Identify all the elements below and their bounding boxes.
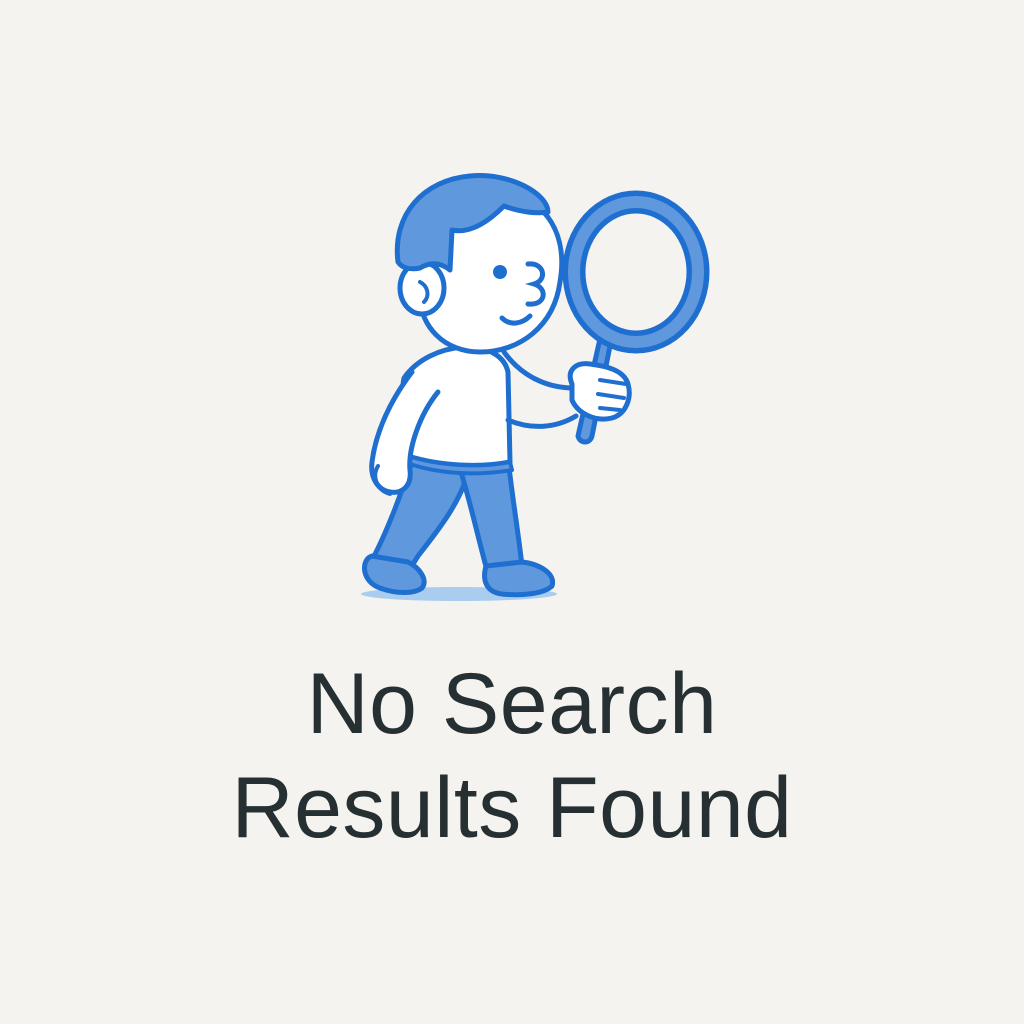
person-with-magnifying-glass-icon <box>361 173 710 601</box>
empty-state-title-line-2: Results Found <box>231 760 793 856</box>
empty-state-title-line-1: No Search <box>306 656 718 752</box>
empty-state-title: No Search Results Found <box>0 652 1024 860</box>
empty-state-page: No Search Results Found <box>0 0 1024 1024</box>
